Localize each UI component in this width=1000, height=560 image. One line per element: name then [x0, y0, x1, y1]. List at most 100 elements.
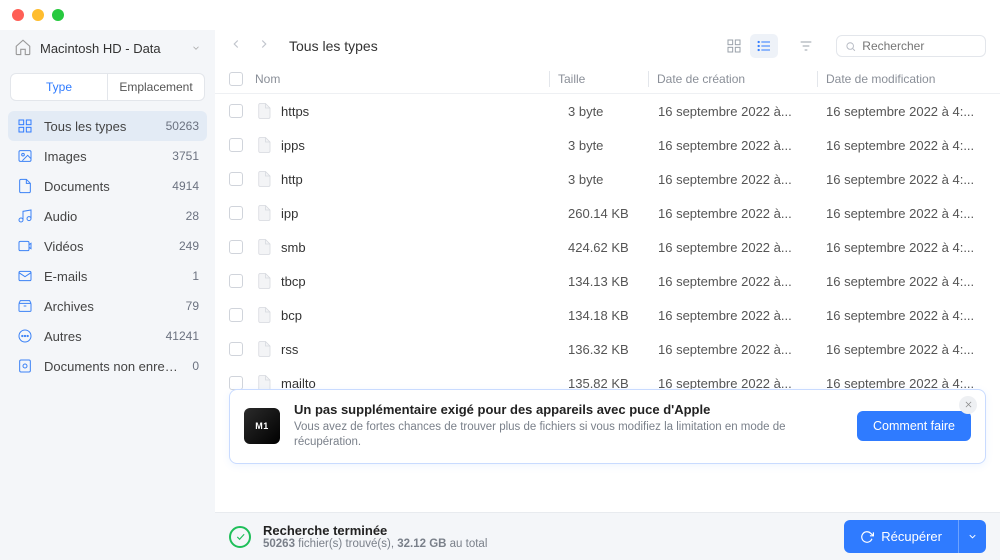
m1-chip-icon: M1	[244, 408, 280, 444]
window-close-button[interactable]	[12, 9, 24, 21]
file-modified: 16 septembre 2022 à 4:...	[826, 104, 986, 119]
banner-close-button[interactable]	[959, 396, 977, 414]
table-row[interactable]: smb424.62 KB16 septembre 2022 à...16 sep…	[215, 230, 1000, 264]
table-row[interactable]: bcp134.18 KB16 septembre 2022 à...16 sep…	[215, 298, 1000, 332]
file-size: 134.13 KB	[568, 274, 658, 289]
file-size: 136.32 KB	[568, 342, 658, 357]
unsav-icon	[16, 358, 34, 374]
sidebar: Macintosh HD - Data Type Emplacement Tou…	[0, 30, 215, 560]
col-modified[interactable]: Date de modification	[826, 72, 986, 86]
sidebar-item-all[interactable]: Tous les types50263	[8, 111, 207, 141]
nav-forward-button[interactable]	[257, 37, 271, 56]
file-size: 260.14 KB	[568, 206, 658, 221]
select-all-checkbox[interactable]	[229, 72, 243, 86]
grid-view-button[interactable]	[720, 34, 748, 58]
row-checkbox[interactable]	[229, 104, 243, 118]
sidebar-item-images[interactable]: Images3751	[8, 141, 207, 171]
segment-type[interactable]: Type	[11, 74, 108, 100]
sidebar-item-label: Archives	[44, 299, 176, 314]
sidebar-item-label: Audio	[44, 209, 176, 224]
row-checkbox[interactable]	[229, 206, 243, 220]
sidebar-item-emails[interactable]: E-mails1	[8, 261, 207, 291]
nav-back-button[interactable]	[229, 37, 243, 56]
chevron-down-icon	[191, 41, 201, 56]
row-checkbox[interactable]	[229, 138, 243, 152]
file-icon	[255, 168, 281, 190]
file-icon	[255, 304, 281, 326]
window-zoom-button[interactable]	[52, 9, 64, 21]
sidebar-item-count: 41241	[166, 329, 199, 343]
file-name: smb	[281, 240, 568, 255]
sidebar-item-audio[interactable]: Audio 28	[8, 201, 207, 231]
file-name: ipp	[281, 206, 568, 221]
docs-icon	[16, 178, 34, 194]
search-input[interactable]	[862, 39, 977, 53]
search-icon	[845, 40, 856, 53]
file-created: 16 septembre 2022 à...	[658, 172, 826, 187]
row-checkbox[interactable]	[229, 274, 243, 288]
file-modified: 16 septembre 2022 à 4:...	[826, 240, 986, 255]
sidebar-item-count: 3751	[172, 149, 199, 163]
banner-how-button[interactable]: Comment faire	[857, 411, 971, 441]
file-icon	[255, 202, 281, 224]
file-created: 16 septembre 2022 à...	[658, 274, 826, 289]
sidebar-item-count: 28	[186, 209, 199, 223]
list-view-button[interactable]	[750, 34, 778, 58]
row-checkbox[interactable]	[229, 376, 243, 390]
search-box[interactable]	[836, 35, 986, 57]
sidebar-item-count: 79	[186, 299, 199, 313]
row-checkbox[interactable]	[229, 240, 243, 254]
recover-button[interactable]: Récupérer	[844, 520, 958, 553]
sidebar-item-videos[interactable]: Vidéos249	[8, 231, 207, 261]
file-created: 16 septembre 2022 à...	[658, 104, 826, 119]
sidebar-item-docs[interactable]: Documents4914	[8, 171, 207, 201]
table-row[interactable]: tbcp134.13 KB16 septembre 2022 à...16 se…	[215, 264, 1000, 298]
status-footer: Recherche terminée 50263 fichier(s) trou…	[215, 512, 1000, 560]
file-created: 16 septembre 2022 à...	[658, 342, 826, 357]
disk-selector[interactable]: Macintosh HD - Data	[8, 32, 207, 69]
sidebar-item-other[interactable]: Autres41241	[8, 321, 207, 351]
toolbar: Tous les types	[215, 30, 1000, 64]
row-checkbox[interactable]	[229, 172, 243, 186]
table-row[interactable]: https3 byte16 septembre 2022 à...16 sept…	[215, 94, 1000, 128]
banner-subtitle: Vous avez de fortes chances de trouver p…	[294, 420, 843, 451]
file-size: 3 byte	[568, 172, 658, 187]
table-row[interactable]: rss136.32 KB16 septembre 2022 à...16 sep…	[215, 332, 1000, 366]
sidebar-item-label: Documents non enregist...	[44, 359, 182, 374]
col-size[interactable]: Taille	[558, 72, 648, 86]
success-icon	[229, 526, 251, 548]
emails-icon	[16, 268, 34, 284]
file-size: 134.18 KB	[568, 308, 658, 323]
window-minimize-button[interactable]	[32, 9, 44, 21]
sidebar-item-unsav[interactable]: Documents non enregist...0	[8, 351, 207, 381]
all-icon	[16, 118, 34, 134]
table-row[interactable]: ipps3 byte16 septembre 2022 à...16 septe…	[215, 128, 1000, 162]
videos-icon	[16, 238, 34, 254]
file-name: http	[281, 172, 568, 187]
file-created: 16 septembre 2022 à...	[658, 206, 826, 221]
file-icon	[255, 236, 281, 258]
file-name: rss	[281, 342, 568, 357]
col-name[interactable]: Nom	[255, 72, 549, 86]
footer-subtitle: 50263 fichier(s) trouvé(s), 32.12 GB au …	[263, 538, 487, 550]
row-checkbox[interactable]	[229, 308, 243, 322]
filter-button[interactable]	[792, 34, 820, 58]
recover-dropdown[interactable]	[958, 520, 986, 553]
file-name: tbcp	[281, 274, 568, 289]
row-checkbox[interactable]	[229, 342, 243, 356]
file-modified: 16 septembre 2022 à 4:...	[826, 138, 986, 153]
table-row[interactable]: http3 byte16 septembre 2022 à...16 septe…	[215, 162, 1000, 196]
file-created: 16 septembre 2022 à...	[658, 308, 826, 323]
file-modified: 16 septembre 2022 à 4:...	[826, 308, 986, 323]
sidebar-item-count: 1	[192, 269, 199, 283]
sidebar-item-arch[interactable]: Archives 79	[8, 291, 207, 321]
file-icon	[255, 338, 281, 360]
col-created[interactable]: Date de création	[657, 72, 817, 86]
footer-title: Recherche terminée	[263, 523, 487, 538]
file-list: https3 byte16 septembre 2022 à...16 sept…	[215, 94, 1000, 512]
audio-icon	[16, 208, 34, 224]
file-name: bcp	[281, 308, 568, 323]
segment-location[interactable]: Emplacement	[108, 74, 204, 100]
file-created: 16 septembre 2022 à...	[658, 138, 826, 153]
table-row[interactable]: ipp260.14 KB16 septembre 2022 à...16 sep…	[215, 196, 1000, 230]
